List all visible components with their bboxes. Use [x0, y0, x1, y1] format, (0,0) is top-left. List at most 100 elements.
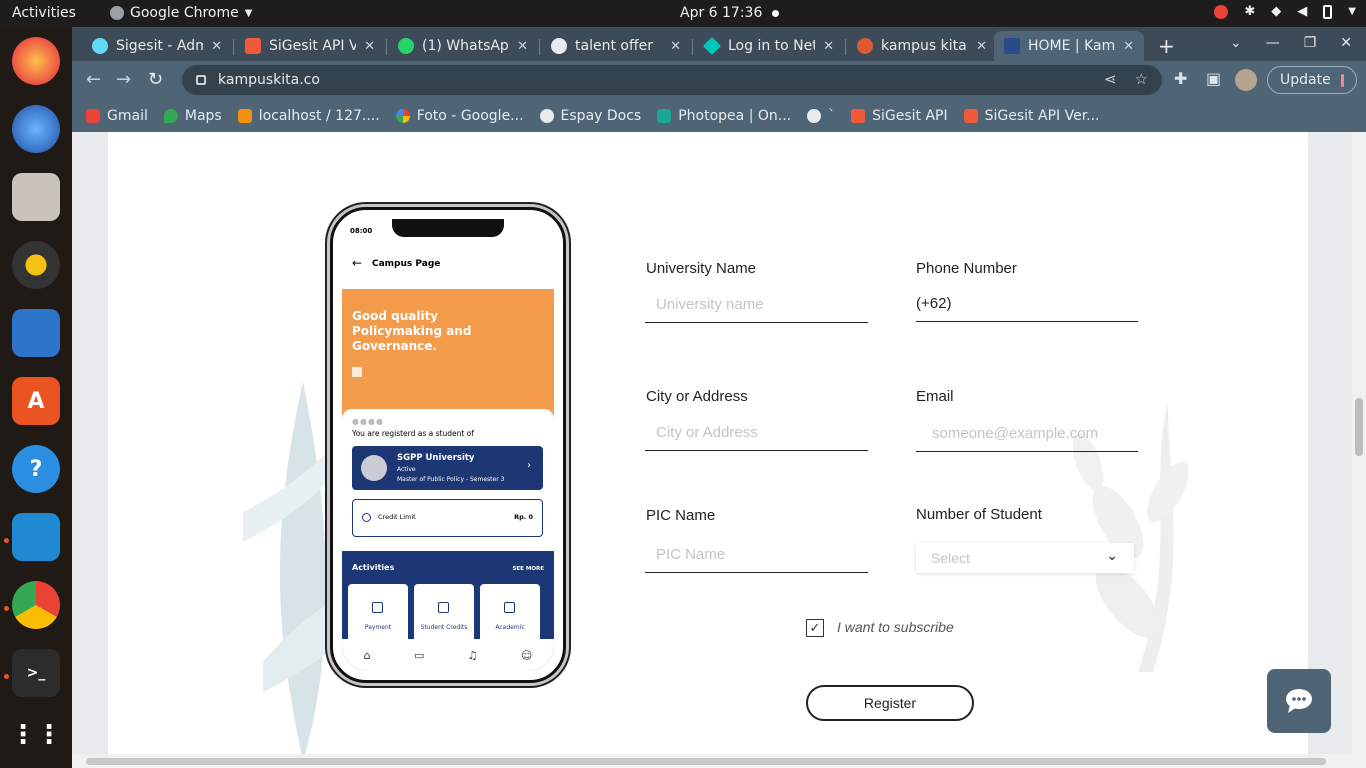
- subscribe-checkbox[interactable]: ✓: [806, 619, 824, 637]
- bookmark-item[interactable]: Photopea | On...: [657, 108, 791, 124]
- chevron-down-icon: ⌄: [1106, 547, 1118, 563]
- horizontal-scrollbar[interactable]: [72, 754, 1352, 768]
- close-tab-icon[interactable]: ✕: [823, 39, 834, 54]
- number-of-student-select[interactable]: Select ⌄: [916, 543, 1134, 573]
- chrome-badge-icon: [1214, 4, 1229, 19]
- bookmark-item[interactable]: Espay Docs: [539, 107, 642, 124]
- software-center-icon[interactable]: A: [12, 377, 60, 425]
- wallet-icon: [372, 602, 383, 613]
- bookmark-label: Espay Docs: [560, 107, 642, 124]
- close-tab-icon[interactable]: ✕: [211, 39, 222, 54]
- tab[interactable]: talent offer ✕: [541, 31, 691, 61]
- extensions-icon[interactable]: ✚: [1174, 69, 1187, 88]
- tab-label: (1) WhatsApp: [422, 38, 510, 54]
- profile-avatar[interactable]: [1235, 69, 1257, 91]
- close-tab-icon[interactable]: ✕: [364, 39, 375, 54]
- tab-search-icon[interactable]: ⌄: [1230, 35, 1242, 51]
- bookmark-label: SiGesit API: [872, 107, 948, 124]
- city-address-input[interactable]: [645, 415, 868, 451]
- bookmark-item[interactable]: Maps: [163, 107, 222, 124]
- close-tab-icon[interactable]: ✕: [517, 39, 528, 54]
- tab-separator: [692, 39, 693, 55]
- sigesit-icon: [963, 108, 978, 123]
- kampuskita-icon: [1004, 38, 1020, 54]
- bookmark-item[interactable]: `: [807, 108, 835, 124]
- system-tray[interactable]: ✱ ◆ ◀ ▼: [1214, 4, 1356, 19]
- tab[interactable]: Log in to Net ✕: [694, 31, 844, 61]
- files-icon[interactable]: [12, 173, 60, 221]
- vscode-icon[interactable]: [12, 513, 60, 561]
- close-tab-icon[interactable]: ✕: [670, 39, 681, 54]
- tab-active[interactable]: HOME | Kamp ✕: [994, 31, 1144, 61]
- app-menu[interactable]: Google Chrome ▼: [110, 5, 252, 21]
- pic-name-input[interactable]: [645, 537, 868, 573]
- register-button[interactable]: Register: [806, 685, 974, 721]
- scrollbar-thumb[interactable]: [1355, 398, 1363, 456]
- bookmark-item[interactable]: SiGesit API: [851, 108, 948, 124]
- back-icon[interactable]: ←: [86, 69, 101, 90]
- photopea-icon: [657, 108, 672, 123]
- netlify-icon: [702, 36, 722, 56]
- close-tab-icon[interactable]: ✕: [976, 39, 987, 54]
- side-panel-icon[interactable]: ▣: [1206, 69, 1221, 88]
- student-program: Master of Public Policy - Semester 3: [397, 476, 505, 483]
- tab-label: Log in to Net: [728, 38, 816, 54]
- tab-strip: Sigesit - Adm ✕ SiGesit API V ✕ (1) What…: [72, 27, 1366, 61]
- tab-label: HOME | Kamp: [1028, 38, 1116, 54]
- show-apps-icon[interactable]: ⋮⋮: [10, 711, 62, 759]
- wifi-icon: ◆: [1271, 4, 1282, 19]
- forward-icon[interactable]: →: [116, 69, 131, 90]
- globe-icon: [539, 108, 554, 123]
- terminal-icon[interactable]: >_: [12, 649, 60, 697]
- thunderbird-icon[interactable]: [12, 105, 60, 153]
- update-button[interactable]: Update: [1267, 66, 1357, 94]
- tab[interactable]: (1) WhatsApp ✕: [388, 31, 538, 61]
- clock[interactable]: Apr 6 17:36: [680, 5, 762, 21]
- bookmark-label: Maps: [184, 107, 222, 124]
- vertical-scrollbar[interactable]: [1352, 132, 1366, 768]
- activity-card: Student Credits: [414, 584, 474, 644]
- bookmark-label: Foto - Google...: [416, 107, 524, 124]
- sigesit-icon: [245, 38, 261, 54]
- firefox-icon[interactable]: [12, 37, 60, 85]
- tab[interactable]: SiGesit API V ✕: [235, 31, 385, 61]
- lock-icon: [196, 75, 206, 85]
- close-window-icon[interactable]: ✕: [1340, 35, 1352, 51]
- minimize-icon[interactable]: —: [1266, 35, 1280, 51]
- bluetooth-icon: ✱: [1244, 4, 1256, 19]
- power-menu-icon: ▼: [1348, 6, 1356, 17]
- bookmark-item[interactable]: Foto - Google...: [395, 107, 524, 124]
- phone-banner: Good quality Policymaking and Governance…: [342, 289, 554, 419]
- reload-icon[interactable]: ↻: [148, 69, 163, 90]
- rhythmbox-icon[interactable]: [12, 241, 60, 289]
- activities-button[interactable]: Activities: [12, 5, 76, 21]
- browser-toolbar: ← → ↻ kampuskita.co ⋖ ☆ ✚ ▣ Update: [72, 61, 1366, 99]
- email-input[interactable]: [916, 416, 1138, 452]
- share-icon[interactable]: ⋖: [1104, 70, 1117, 88]
- activity-card: Payment: [348, 584, 408, 644]
- address-bar[interactable]: kampuskita.co ⋖ ☆: [182, 65, 1162, 95]
- bookmark-label: localhost / 127....: [258, 107, 380, 124]
- student-status: Active: [397, 466, 416, 473]
- bookmark-item[interactable]: SiGesit API Ver...: [963, 108, 1100, 124]
- chat-widget-button[interactable]: [1267, 669, 1331, 733]
- chrome-dock-icon[interactable]: [12, 581, 60, 629]
- bookmark-item[interactable]: localhost / 127....: [237, 107, 380, 124]
- tab[interactable]: Sigesit - Adm ✕: [82, 31, 232, 61]
- university-name-input[interactable]: [645, 287, 868, 323]
- maximize-icon[interactable]: ❐: [1304, 35, 1317, 51]
- phone-number-input[interactable]: [916, 286, 1138, 322]
- writer-icon[interactable]: [12, 309, 60, 357]
- menu-kebab-icon: [1341, 74, 1344, 87]
- close-tab-icon[interactable]: ✕: [1123, 39, 1134, 54]
- activity-card: Academic: [480, 584, 540, 644]
- scrollbar-thumb[interactable]: [86, 758, 1326, 765]
- bookmarks-bar: Gmail Maps localhost / 127.... Foto - Go…: [72, 99, 1366, 132]
- book-icon: [438, 602, 449, 613]
- globe-icon: [551, 38, 567, 54]
- bookmark-star-icon[interactable]: ☆: [1135, 70, 1148, 88]
- tab[interactable]: kampus kita ✕: [847, 31, 997, 61]
- help-icon[interactable]: ?: [12, 445, 60, 493]
- bookmark-item[interactable]: Gmail: [86, 108, 148, 124]
- new-tab-icon[interactable]: +: [1158, 34, 1175, 58]
